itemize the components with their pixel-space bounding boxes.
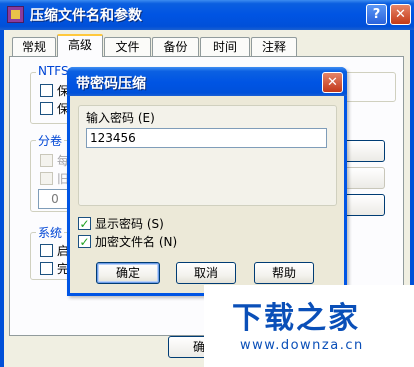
system-checkbox-2[interactable] — [40, 262, 53, 275]
window-title: 压缩文件名和参数 — [30, 8, 142, 24]
volume-checkbox-1[interactable] — [40, 154, 53, 167]
show-password-checkbox[interactable]: ✓ — [78, 217, 91, 230]
winrar-app-icon — [7, 6, 24, 23]
dialog-close-button[interactable]: ✕ — [322, 72, 343, 93]
volume-checkbox-2[interactable] — [40, 172, 53, 185]
system-group-label: 系统 — [36, 224, 65, 241]
help-button[interactable]: ? — [366, 4, 387, 25]
close-button[interactable]: ✕ — [390, 4, 411, 25]
dialog-cancel-button[interactable]: 取消 — [176, 262, 236, 284]
dialog-help-button[interactable]: 帮助 — [254, 262, 314, 284]
tab-general[interactable]: 常规 — [12, 37, 56, 56]
window-frame-left — [0, 30, 4, 367]
password-label: 输入密码 (E) — [86, 111, 155, 125]
ntfs-checkbox-2[interactable] — [40, 102, 53, 115]
encrypt-filenames-label[interactable]: 加密文件名 (N) — [95, 233, 177, 250]
ntfs-group-label: NTFS — [36, 64, 71, 78]
dialog-title: 带密码压缩 — [76, 76, 146, 92]
tab-files[interactable]: 文件 — [104, 37, 151, 56]
ntfs-checkbox-1[interactable] — [40, 84, 53, 97]
dialog-ok-button[interactable]: 确定 — [96, 262, 160, 284]
tab-comment[interactable]: 注释 — [251, 37, 297, 56]
show-password-label[interactable]: 显示密码 (S) — [95, 215, 164, 232]
encrypt-filenames-checkbox[interactable]: ✓ — [78, 235, 91, 248]
tab-advanced[interactable]: 高级 — [57, 34, 103, 57]
system-checkbox-1[interactable] — [40, 244, 53, 257]
password-input[interactable]: 123456 — [86, 128, 327, 148]
volume-group-label: 分卷 — [36, 132, 65, 149]
tab-time[interactable]: 时间 — [200, 37, 250, 56]
tab-backup[interactable]: 备份 — [152, 37, 199, 56]
watermark-url: www.downza.cn — [240, 338, 364, 353]
watermark-logo-text: 下载之家 — [232, 301, 360, 336]
